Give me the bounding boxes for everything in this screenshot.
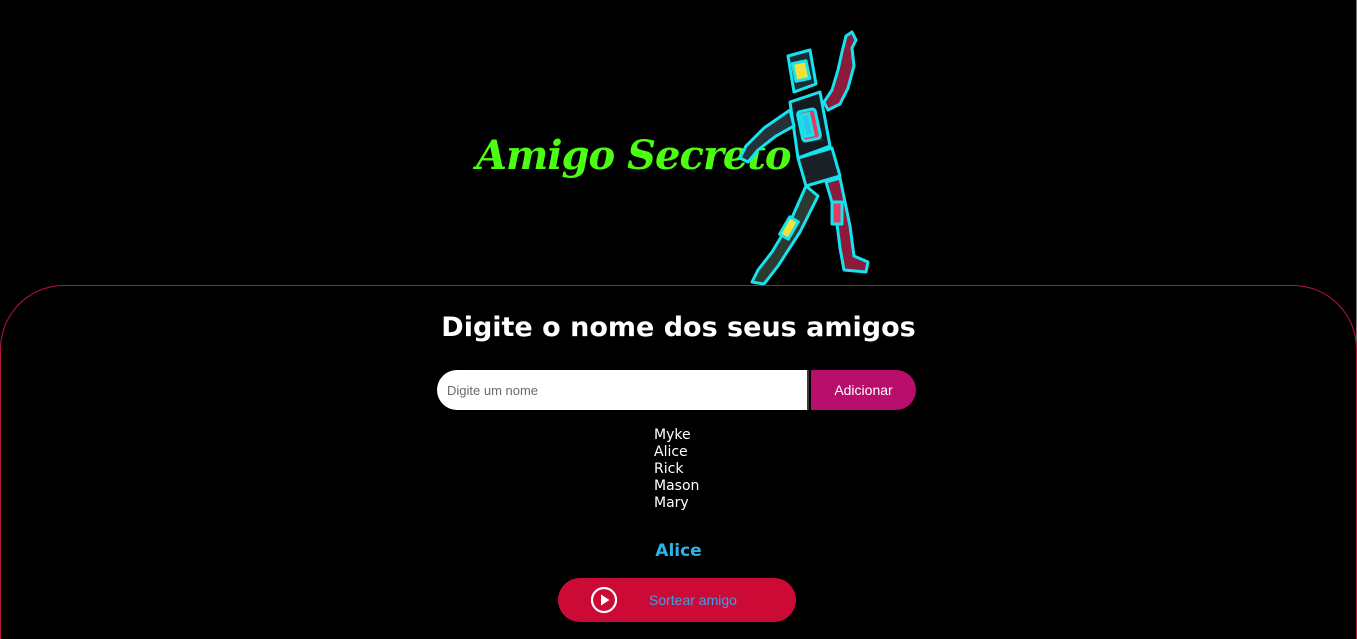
name-input-row: Adicionar xyxy=(437,370,917,410)
friend-item: Myke xyxy=(654,427,691,443)
friends-list: Myke Alice Rick Mason Mary xyxy=(654,427,699,512)
friend-item: Mary xyxy=(654,495,689,511)
friends-panel: Digite o nome dos seus amigos Adicionar … xyxy=(0,285,1357,639)
draw-button-label: Sortear amigo xyxy=(649,592,737,608)
friend-item: Rick xyxy=(654,461,684,477)
name-input[interactable] xyxy=(437,370,809,410)
section-heading: Digite o nome dos seus amigos xyxy=(441,312,916,343)
draw-button[interactable]: Sortear amigo xyxy=(558,578,796,622)
robot-illustration xyxy=(738,30,870,286)
draw-result: Alice xyxy=(655,541,702,561)
header-banner: Amigo Secreto xyxy=(0,0,1357,286)
friend-item: Alice xyxy=(654,444,688,460)
play-circle-icon xyxy=(590,586,618,614)
add-button[interactable]: Adicionar xyxy=(811,370,916,410)
friend-item: Mason xyxy=(654,478,700,494)
